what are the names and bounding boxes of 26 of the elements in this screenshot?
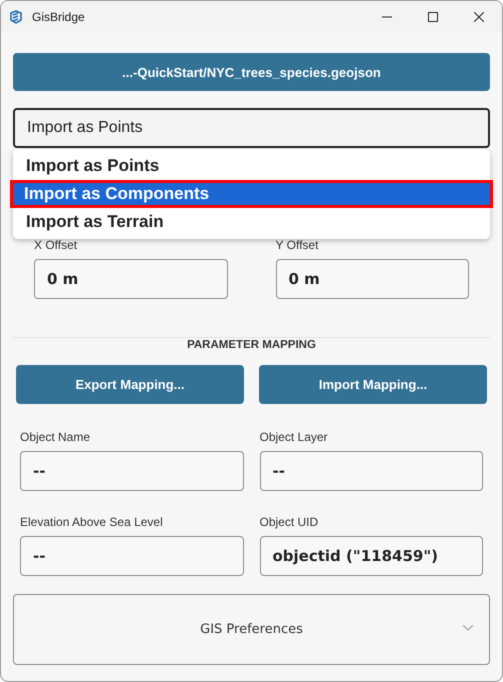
field-label: Object UID [260, 515, 320, 529]
mapping-field[interactable]: -- [20, 536, 244, 576]
window-title: GisBridge [32, 10, 86, 24]
preferences-expander[interactable]: GIS Preferences [13, 594, 490, 665]
import-dropdown[interactable]: Import as Points [13, 108, 490, 148]
field-label: Y Offset [276, 238, 320, 252]
field-label: Elevation Above Sea Level [20, 515, 164, 529]
field-label: Object Name [20, 430, 92, 444]
dropdown-option[interactable]: Import as Terrain [13, 208, 490, 236]
close-icon [474, 12, 484, 22]
file-button[interactable]: ...-QuickStart/NYC_trees_species.geojson [13, 53, 490, 91]
chevron-icon [463, 625, 473, 631]
maximize-icon [428, 12, 438, 22]
section-heading: PARAMETER MAPPING [187, 339, 316, 351]
offset-field[interactable]: 0 m [34, 259, 228, 299]
mapping-button[interactable]: Import Mapping... [259, 365, 487, 404]
field-label: Object Layer [260, 430, 329, 444]
mapping-field[interactable]: -- [260, 451, 483, 491]
mapping-button[interactable]: Export Mapping... [16, 365, 244, 404]
mapping-field[interactable]: -- [20, 451, 244, 491]
field-label: X Offset [34, 238, 78, 252]
dropdown-option[interactable]: Import as Components [10, 180, 493, 208]
offset-field[interactable]: 0 m [276, 259, 469, 299]
dropdown-option[interactable]: Import as Points [13, 152, 490, 180]
app-logo-icon [9, 10, 23, 24]
mapping-field[interactable]: objectid ("118459") [260, 536, 483, 576]
